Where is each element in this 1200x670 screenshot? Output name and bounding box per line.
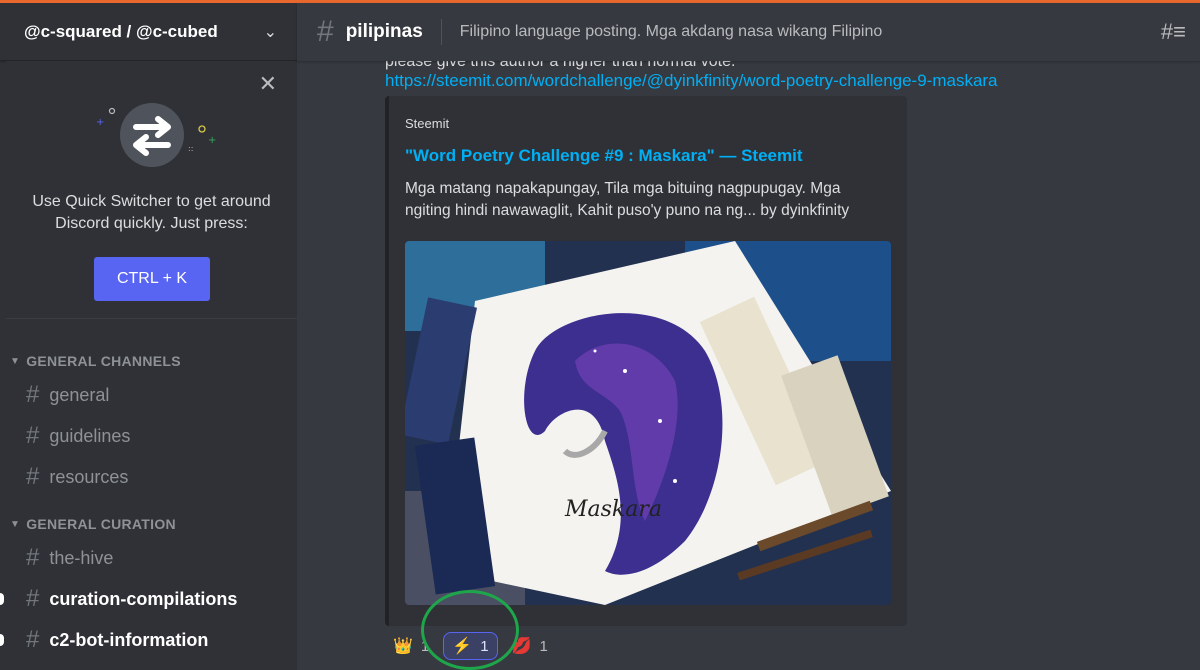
channel-title: pilipinas: [345, 21, 423, 42]
channel-resources[interactable]: # resources: [18, 460, 289, 494]
reaction-count: 1: [539, 637, 548, 655]
embed-image-caption: Maskara: [564, 497, 662, 522]
quick-switcher-shortcut-button[interactable]: CTRL + K: [94, 257, 210, 301]
link-embed: Steemit "Word Poetry Challenge #9 : Mask…: [385, 96, 907, 626]
chevron-down-icon: ▼: [10, 355, 21, 367]
unread-indicator: [0, 634, 4, 646]
category-label: GENERAL CHANNELS: [26, 353, 181, 369]
channel-curation-compilations[interactable]: # curation-compilations: [0, 582, 289, 616]
quick-switcher-panel: ✕ + + :: Use Quick Switcher to get aroun…: [6, 61, 297, 319]
channel-sidebar: @c-squared / @c-cubed ⌄ ✕ + + :: Use Qui…: [0, 3, 297, 670]
category-general-curation[interactable]: ▼ GENERAL CURATION: [0, 514, 297, 534]
channel-label: c2-bot-information: [49, 629, 209, 650]
chevron-down-icon[interactable]: ⌄: [264, 22, 277, 42]
embed-image[interactable]: Maskara: [405, 241, 891, 605]
close-icon[interactable]: ✕: [259, 73, 277, 95]
channel-guidelines[interactable]: # guidelines: [18, 419, 289, 453]
embed-title-link[interactable]: "Word Poetry Challenge #9 : Maskara" — S…: [405, 146, 802, 166]
message-link[interactable]: https://steemit.com/wordchallenge/@dyink…: [385, 71, 998, 91]
svg-text:::: ::: [188, 144, 193, 153]
hashtag-icon: #: [26, 544, 40, 571]
channel-general[interactable]: # general: [18, 378, 289, 412]
channel-label: general: [49, 384, 110, 405]
threads-icon[interactable]: #≡: [1161, 19, 1186, 45]
message-text: please give this author a higher than no…: [385, 61, 736, 70]
svg-text:+: +: [208, 135, 216, 146]
unread-indicator: [0, 593, 4, 605]
chevron-down-icon: ▼: [10, 518, 21, 530]
hashtag-icon: #: [26, 585, 40, 612]
channel-label: resources: [49, 466, 129, 487]
category-label: GENERAL CURATION: [26, 516, 176, 532]
hashtag-icon: #: [26, 422, 40, 449]
quick-switcher-illustration: + + ::: [96, 103, 216, 167]
channel-the-hive[interactable]: # the-hive: [18, 541, 289, 575]
guild-header[interactable]: @c-squared / @c-cubed ⌄: [0, 3, 297, 61]
category-general-channels[interactable]: ▼ GENERAL CHANNELS: [0, 351, 297, 371]
channel-label: curation-compilations: [49, 588, 238, 609]
hashtag-icon: #: [317, 15, 334, 48]
highlight-circle-annotation: [421, 590, 519, 670]
guild-name: @c-squared / @c-cubed: [24, 21, 218, 41]
channel-label: guidelines: [49, 425, 131, 446]
channel-label: the-hive: [49, 547, 114, 568]
hashtag-icon: #: [26, 626, 40, 653]
channel-header: # pilipinas Filipino language posting. M…: [297, 3, 1200, 61]
painting-artwork: Maskara: [405, 241, 891, 605]
header-divider: [440, 19, 442, 45]
hashtag-icon: #: [26, 381, 40, 408]
channel-c2-bot-information[interactable]: # c2-bot-information: [0, 623, 289, 657]
channel-topic[interactable]: Filipino language posting. Mga akdang na…: [460, 23, 1161, 41]
embed-description: Mga matang napakapungay, Tila mga bituin…: [405, 180, 850, 219]
embed-provider: Steemit: [405, 116, 450, 131]
quick-switcher-text: Use Quick Switcher to get around Discord…: [32, 193, 271, 232]
crown-emoji-icon: 👑: [393, 638, 413, 655]
message-area: please give this author a higher than no…: [297, 61, 1200, 670]
svg-text:+: +: [96, 117, 104, 128]
hashtag-icon: #: [26, 463, 40, 490]
